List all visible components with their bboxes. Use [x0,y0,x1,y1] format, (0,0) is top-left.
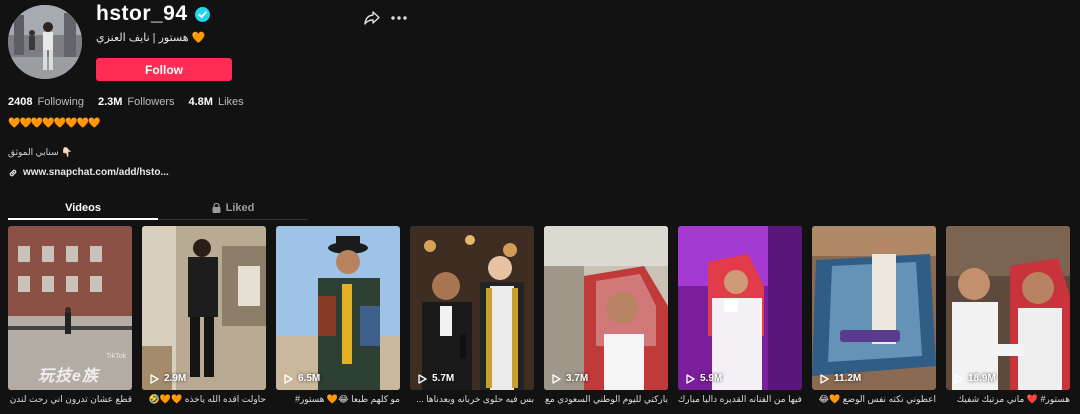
video-card[interactable]: 11.2M [812,226,936,390]
video-views: 5.9M [686,373,722,384]
video-caption[interactable]: قطع عشان تدرون اني رحت لندن [8,394,132,405]
lock-icon [212,203,221,213]
video-thumbnail [678,226,802,390]
video-views: 18.9M [954,373,996,384]
bio-link[interactable]: www.snapchat.com/add/hsto... [8,167,169,178]
video-thumbnail [946,226,1070,390]
play-icon [150,373,159,384]
play-icon [954,373,963,384]
video-views-count: 6.5M [298,373,321,384]
video-views-count: 2.9M [164,373,187,384]
tab-videos-label: Videos [65,202,101,214]
video-card[interactable]: 5.7M [410,226,534,390]
video-caption[interactable]: فيها من الفنانه القديره داليا مبارك ... [678,394,802,405]
stat-followers[interactable]: 2.3M Followers [98,96,175,108]
tab-videos[interactable]: Videos [8,196,158,220]
followers-count: 2.3M [97,96,123,108]
video-caption[interactable]: بس فيه حلوى خربانه وبعدناها ... [410,394,534,405]
avatar-image [8,5,82,79]
follow-button[interactable]: Follow [96,58,232,81]
video-card[interactable]: 5.9M [678,226,802,390]
video-caption[interactable]: اعطوني نكته نفس الوضع 🧡😂 [812,394,936,405]
video-card[interactable]: 18.9M [946,226,1070,390]
username: hstor_94 [96,2,188,25]
tab-liked-label: Liked [225,202,255,214]
share-icon[interactable] [364,10,380,26]
play-icon [418,373,427,384]
avatar[interactable] [8,5,82,79]
likes-count: 4.8M [188,96,213,108]
following-label: Following [37,96,84,108]
video-views-count: 5.9M [700,373,723,384]
site-watermark: 玩技e族 [38,368,99,385]
video-views-count: 11.2M [834,373,862,384]
video-caption[interactable]: مو كلهم طبعا 😂🧡 هستور# [276,394,400,405]
video-card[interactable]: 2.9M [142,226,266,390]
likes-label: Likes [217,96,244,108]
profile-stats: 2408 Following 2.3M Followers 4.8M Likes [8,96,244,108]
active-tab-indicator [8,218,158,220]
video-card[interactable]: TikTok 玩技e族 [8,226,132,390]
stat-likes: 4.8M Likes [189,96,244,108]
nickname: هستور | نايف العنزي 🧡 [96,32,206,44]
video-caption[interactable]: حاولت اقده الله ياخذه 🧡🧡🤣 [142,394,266,405]
video-card[interactable]: 3.7M [544,226,668,390]
video-views: 6.5M [284,373,320,384]
video-views-count: 18.9M [968,373,996,384]
bio-hearts: 🧡🧡🧡🧡🧡🧡🧡🧡 [8,118,101,129]
video-views: 2.9M [150,373,186,384]
bio-link-text: www.snapchat.com/add/hsto... [23,167,169,178]
video-views: 11.2M [820,373,861,384]
video-thumbnail [410,226,534,390]
play-icon [820,373,829,384]
tiktok-watermark: TikTok [106,353,126,360]
play-icon [686,373,695,384]
tab-liked[interactable]: Liked [158,196,308,220]
video-caption[interactable]: باركتي لليوم الوطني السعودي مع... [544,394,668,405]
more-icon[interactable] [390,10,408,26]
video-thumbnail [812,226,936,390]
video-views-count: 3.7M [566,373,589,384]
following-count: 2408 [8,96,33,108]
profile-tabs: Videos Liked [8,196,308,220]
followers-label: Followers [127,96,175,108]
video-thumbnail [142,226,266,390]
stat-following[interactable]: 2408 Following [8,96,84,108]
video-views-count: 5.7M [432,373,455,384]
verified-badge-icon [194,6,210,22]
video-views: 3.7M [552,373,588,384]
play-icon [284,373,293,384]
bio-text: سنابي الموثق 👇🏻 [8,147,73,157]
link-icon [9,169,17,176]
video-thumbnail [276,226,400,390]
video-thumbnail [544,226,668,390]
play-icon [552,373,561,384]
video-views: 5.7M [418,373,454,384]
video-caption[interactable]: هستور# ❤️ ماني مرتبك شفيك [946,394,1070,405]
video-card[interactable]: 6.5M [276,226,400,390]
